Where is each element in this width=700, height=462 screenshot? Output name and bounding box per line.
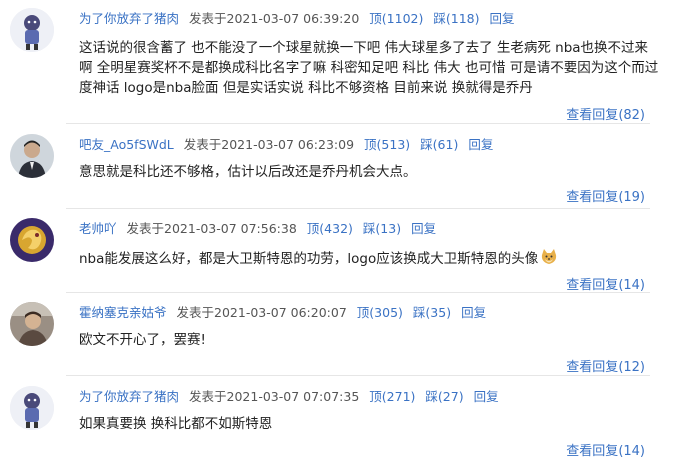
comment-text: 这话说的很含蓄了 也不能没了一个球星就换一下吧 伟大球星多了去了 生老病死 nb… — [79, 40, 659, 96]
doge-emoji-icon — [540, 248, 558, 266]
comment-meta: 老帅吖 发表于2021-03-07 07:56:38 顶(432) 踩(13) … — [79, 220, 436, 238]
comment-meta: 为了你放弃了猪肉 发表于2021-03-07 07:07:35 顶(271) 踩… — [79, 388, 499, 406]
username-link[interactable]: 为了你放弃了猪肉 — [79, 389, 179, 404]
timestamp: 发表于2021-03-07 07:07:35 — [189, 389, 360, 404]
reply-button[interactable]: 回复 — [489, 11, 514, 26]
reply-button[interactable]: 回复 — [411, 221, 436, 236]
reply-button[interactable]: 回复 — [461, 305, 486, 320]
upvote-button[interactable]: 顶(305) — [357, 305, 403, 320]
comment-meta: 为了你放弃了猪肉 发表于2021-03-07 06:39:20 顶(1102) … — [79, 10, 514, 28]
username-link[interactable]: 霍纳塞克亲姑爷 — [79, 305, 167, 320]
username-link[interactable]: 吧友_Ao5fSWdL — [79, 137, 174, 152]
upvote-button[interactable]: 顶(432) — [307, 221, 353, 236]
timestamp: 发表于2021-03-07 07:56:38 — [126, 221, 297, 236]
view-replies-link[interactable]: 查看回复(14) — [566, 274, 645, 293]
comment-text: 欧文不开心了，罢赛! — [79, 332, 206, 348]
view-replies-link[interactable]: 查看回复(19) — [566, 186, 645, 205]
divider — [66, 123, 650, 124]
username-link[interactable]: 老帅吖 — [79, 221, 117, 236]
gold-dragon-avatar[interactable] — [10, 218, 54, 262]
downvote-button[interactable]: 踩(13) — [363, 221, 401, 236]
anime-character-avatar[interactable] — [10, 8, 54, 52]
comment-meta: 霍纳塞克亲姑爷 发表于2021-03-07 06:20:07 顶(305) 踩(… — [79, 304, 486, 322]
divider — [66, 208, 650, 209]
downvote-button[interactable]: 踩(118) — [433, 11, 479, 26]
comment-text: 意思就是科比还不够格，估计以后改还是乔丹机会大点。 — [79, 164, 417, 180]
upvote-button[interactable]: 顶(271) — [369, 389, 415, 404]
comment-meta: 吧友_Ao5fSWdL 发表于2021-03-07 06:23:09 顶(513… — [79, 136, 493, 154]
divider — [66, 292, 650, 293]
comment-text-content: nba能发展这么好，都是大卫斯特恩的功劳，logo应该换成大卫斯特恩的头像 — [79, 251, 539, 267]
comment-text: 如果真要换 换科比都不如斯特恩 — [79, 416, 273, 432]
man-in-suit-avatar[interactable] — [10, 134, 54, 178]
timestamp: 发表于2021-03-07 06:39:20 — [189, 11, 360, 26]
username-link[interactable]: 为了你放弃了猪肉 — [79, 11, 179, 26]
upvote-button[interactable]: 顶(513) — [364, 137, 410, 152]
photo-person-avatar[interactable] — [10, 302, 54, 346]
upvote-button[interactable]: 顶(1102) — [369, 11, 423, 26]
downvote-button[interactable]: 踩(27) — [425, 389, 463, 404]
view-replies-link[interactable]: 查看回复(12) — [566, 356, 645, 375]
timestamp: 发表于2021-03-07 06:20:07 — [176, 305, 347, 320]
downvote-button[interactable]: 踩(61) — [420, 137, 458, 152]
view-replies-link[interactable]: 查看回复(82) — [566, 104, 645, 123]
anime-character-avatar[interactable] — [10, 386, 54, 430]
divider — [66, 375, 650, 376]
reply-button[interactable]: 回复 — [474, 389, 499, 404]
timestamp: 发表于2021-03-07 06:23:09 — [183, 137, 355, 152]
comment-text: nba能发展这么好，都是大卫斯特恩的功劳，logo应该换成大卫斯特恩的头像 — [79, 248, 659, 269]
view-replies-link[interactable]: 查看回复(14) — [566, 440, 645, 459]
reply-button[interactable]: 回复 — [468, 137, 493, 152]
downvote-button[interactable]: 踩(35) — [413, 305, 451, 320]
